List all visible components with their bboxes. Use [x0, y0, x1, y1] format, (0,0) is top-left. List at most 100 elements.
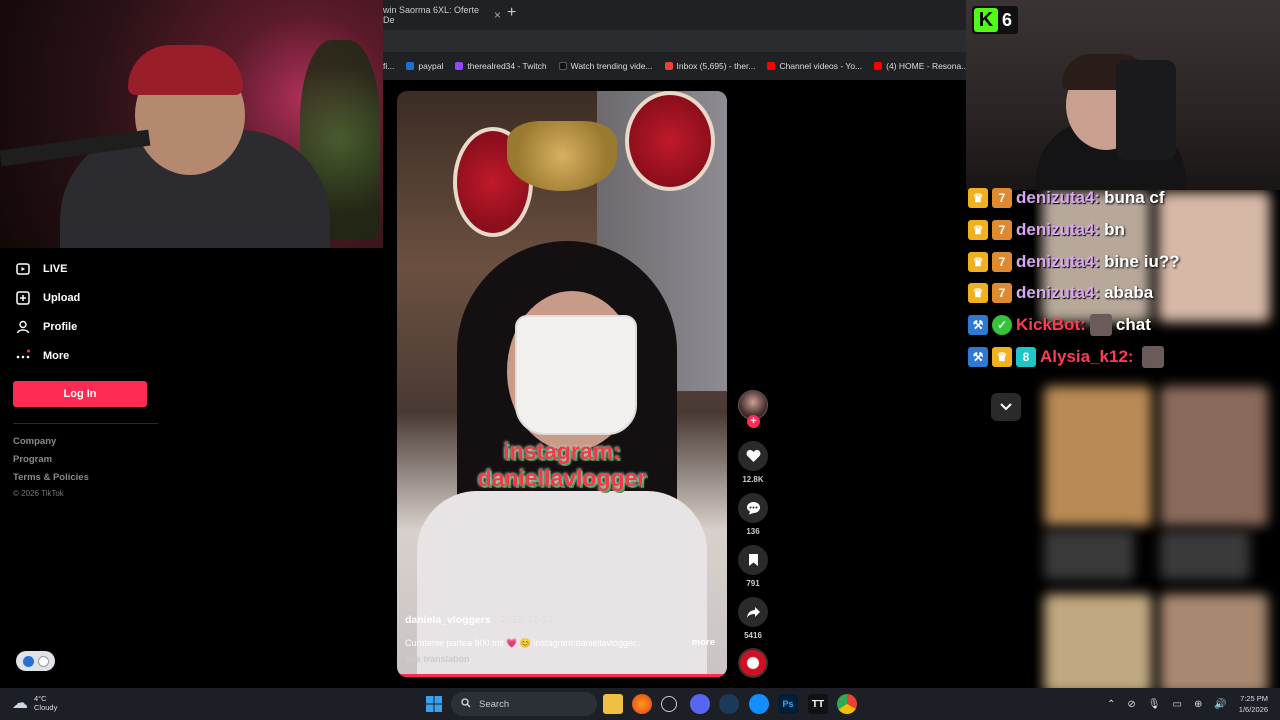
clock[interactable]: 7:25 PM 1/6/2026 [1239, 693, 1268, 715]
caption-more-button[interactable]: more [692, 637, 715, 648]
guest-webcam: K 6 [966, 0, 1280, 190]
steam-icon[interactable] [719, 694, 739, 714]
network-icon[interactable]: ⊕ [1194, 699, 1202, 710]
cloud-icon: ☁ [12, 695, 28, 712]
crown-badge-icon: ♛ [968, 188, 988, 208]
video-player[interactable]: instagram: daniellavlogger daniela_vlogg… [397, 91, 727, 677]
weather-temperature: 4°C [34, 694, 47, 703]
bookmark-item[interactable]: Inbox (5,695) - ther... [664, 61, 755, 71]
follow-plus-icon[interactable]: + [747, 415, 760, 428]
chevron-up-icon[interactable]: ⌃ [1107, 699, 1115, 710]
kick-viewer-badge: K 6 [972, 6, 1019, 34]
notification-off-icon[interactable]: ⊘ [1127, 699, 1135, 710]
video-progress-bar[interactable] [397, 674, 727, 677]
comment-action[interactable]: 136 [738, 493, 768, 536]
footer-link-terms[interactable]: Terms & Policies [13, 472, 89, 483]
chat-username[interactable]: KickBot: [1016, 315, 1086, 335]
crown-badge-icon: ♛ [992, 347, 1012, 367]
chat-username[interactable]: denizuta4: [1016, 188, 1100, 208]
video-author[interactable]: daniela_vloggers · 2025-12-21 [405, 614, 554, 626]
bookmark-item[interactable]: paypal [406, 61, 443, 71]
bookmark-item[interactable]: Watch trending vide... [558, 61, 653, 71]
browser-tab[interactable]: win Saorma 6XL: Oferte De × [383, 4, 501, 26]
tiktok-studio-icon[interactable]: TT [808, 694, 828, 714]
music-disc-icon[interactable] [738, 648, 768, 678]
bookmark-icon[interactable] [738, 545, 768, 575]
chat-username[interactable]: denizuta4: [1016, 283, 1100, 303]
clock-date: 1/6/2026 [1238, 705, 1268, 714]
video-overlay-text-line2: daniellavlogger [477, 465, 647, 491]
file-explorer-icon[interactable] [603, 694, 623, 714]
chatgpt-icon[interactable] [661, 696, 677, 712]
paypal-icon [406, 62, 415, 70]
save-action[interactable]: 791 [738, 545, 768, 588]
viewer-count: 6 [1002, 9, 1013, 30]
bookmark-item[interactable]: therealred34 - Twitch [455, 61, 547, 71]
bookmark-item[interactable]: fi... [383, 61, 394, 71]
windows-start-icon[interactable] [424, 694, 444, 714]
monitor-icon[interactable]: ▭ [1173, 699, 1182, 710]
search-icon [461, 697, 471, 711]
volume-icon[interactable]: 🔊 [1214, 699, 1226, 710]
close-tab-icon[interactable]: × [494, 8, 501, 22]
chrome-icon[interactable] [837, 694, 857, 714]
chat-username[interactable]: denizuta4: [1016, 252, 1100, 272]
like-count: 12.8K [742, 475, 764, 484]
nav-profile[interactable]: Profile [16, 320, 77, 334]
feed-thumbnail [1044, 386, 1152, 526]
chat-text: bine iu?? [1104, 252, 1180, 271]
more-icon [16, 349, 30, 363]
author-name[interactable]: daniela_vloggers [405, 614, 491, 626]
live-icon [16, 262, 30, 276]
moderator-badge-icon: ⚒ [968, 347, 988, 367]
nav-live-label: LIVE [43, 263, 68, 275]
bookmark-item[interactable]: Channel videos - Yo... [767, 61, 862, 71]
weather-widget[interactable]: ☁ 4°C Cloudy [12, 693, 57, 713]
login-button[interactable]: Log In [13, 381, 147, 407]
gaming-chair [1116, 60, 1176, 160]
feed-thumbnail [1044, 594, 1152, 690]
nav-more[interactable]: More [16, 349, 69, 363]
chat-username[interactable]: denizuta4: [1016, 220, 1100, 240]
firefox-icon[interactable] [632, 694, 652, 714]
new-tab-icon[interactable]: + [507, 4, 516, 22]
discord-icon[interactable] [690, 694, 710, 714]
crown-badge-icon: ♛ [968, 252, 988, 272]
chat-username[interactable]: Alysia_k12: [1040, 347, 1134, 367]
photoshop-icon[interactable]: Ps [778, 694, 798, 714]
chat-text: ababa [1104, 283, 1154, 302]
chevron-down-icon[interactable] [991, 393, 1021, 421]
upload-icon [16, 291, 30, 305]
comment-count: 136 [746, 527, 760, 536]
youtube-icon [874, 62, 883, 70]
footer-link-program[interactable]: Program [13, 454, 52, 465]
sidebar-divider [13, 423, 158, 424]
kick-logo-icon: K [974, 8, 998, 32]
microphone-icon[interactable]: 🎙 [1148, 699, 1161, 710]
extension-toggle-icon[interactable] [16, 651, 55, 671]
nav-more-label: More [43, 350, 70, 362]
footer-link-company[interactable]: Company [13, 436, 56, 447]
share-action[interactable]: 5416 [738, 597, 768, 640]
bookmark-item[interactable]: (4) HOME - Resona... [874, 61, 966, 71]
video-overlay-text-line1: instagram: [503, 438, 621, 464]
subscriber-badge-icon: 7 [992, 252, 1012, 272]
share-icon[interactable] [738, 597, 768, 627]
search-placeholder: Search [479, 698, 510, 710]
address-bar[interactable] [383, 30, 966, 52]
nav-upload[interactable]: Upload [16, 291, 80, 305]
chat-message: ♛ 7 denizuta4: ababa [968, 281, 1153, 305]
video-date: · 2025-12-21 [490, 614, 554, 626]
taskbar-search[interactable]: Search [451, 692, 597, 716]
see-translation-link[interactable]: See translation [405, 654, 470, 664]
nav-live[interactable]: LIVE [16, 262, 67, 276]
youtube-icon [767, 62, 776, 70]
battlenet-icon[interactable] [749, 694, 769, 714]
comment-icon[interactable] [738, 493, 768, 523]
like-action[interactable]: 12.8K [738, 441, 768, 484]
video-caption: Curatenie partea 900 mil 💗 😊 instagram:d… [405, 638, 644, 648]
video-shirt [417, 491, 707, 677]
taskbar: ☁ 4°C Cloudy Search Ps TT ⌃ ⊘ 🎙 ▭ ⊕ 🔊 7:… [0, 688, 1280, 720]
heart-icon[interactable] [738, 441, 768, 471]
twitch-icon [455, 62, 464, 70]
